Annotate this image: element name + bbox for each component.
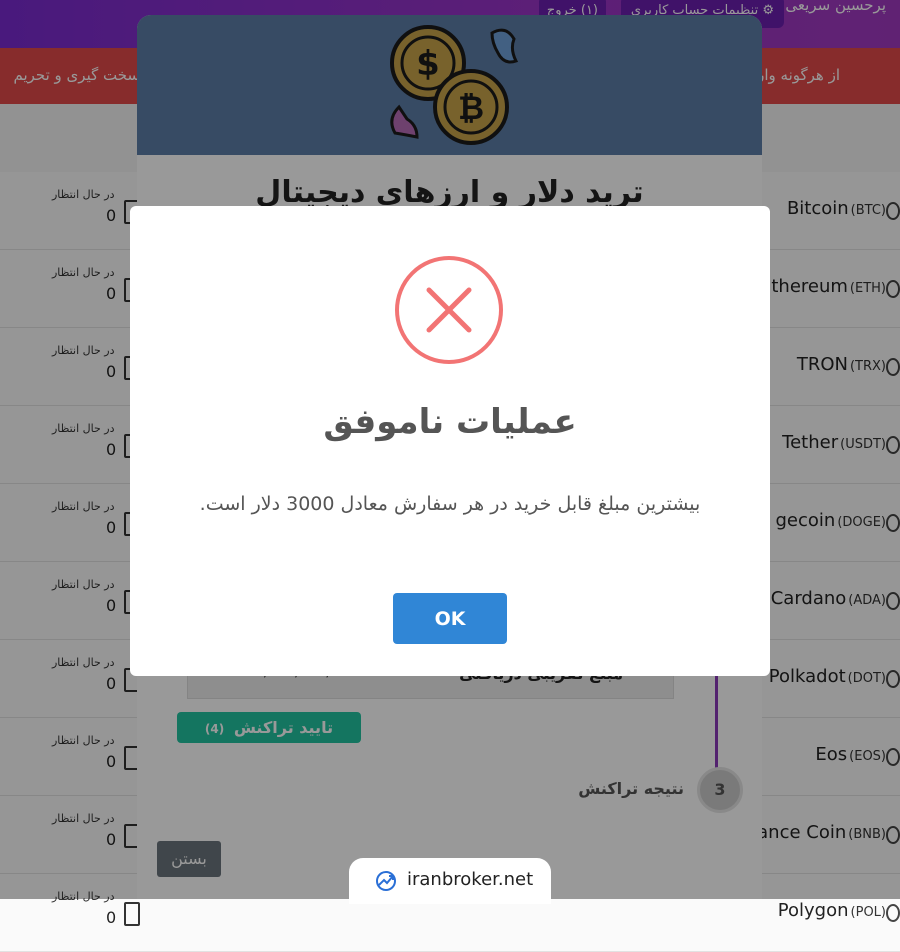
watermark-text: iranbroker.net xyxy=(407,869,534,890)
alert-message: بیشترین مبلغ قابل خرید در هر سفارش معادل… xyxy=(199,493,701,515)
coin-name: Polygon (POL) xyxy=(777,900,886,921)
document-icon xyxy=(124,902,140,926)
error-x-icon xyxy=(395,256,503,364)
error-alert: عملیات ناموفق بیشترین مبلغ قابل خرید در … xyxy=(130,206,770,676)
chart-trend-icon xyxy=(376,871,396,891)
ok-button[interactable]: OK xyxy=(393,593,507,644)
alert-title: عملیات ناموفق xyxy=(323,402,577,442)
pending-count: 0 xyxy=(106,908,117,927)
watermark: iranbroker.net xyxy=(349,858,551,904)
eye-icon[interactable] xyxy=(886,904,900,922)
